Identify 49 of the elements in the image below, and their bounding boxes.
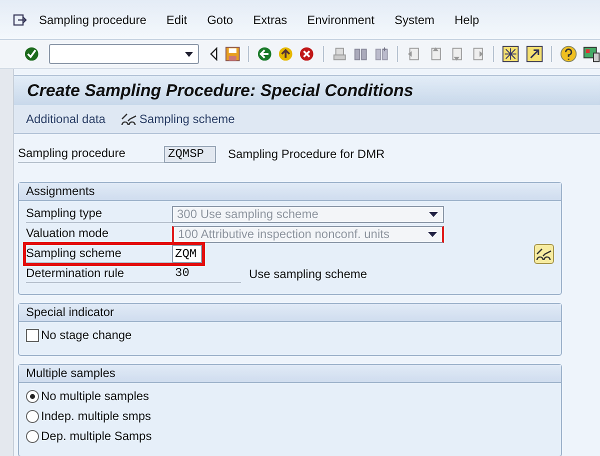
save-icon[interactable] xyxy=(224,46,240,62)
radio-button[interactable] xyxy=(26,390,39,402)
menu-icon[interactable] xyxy=(13,14,27,26)
checkbox[interactable] xyxy=(26,328,39,342)
display-button[interactable] xyxy=(534,244,554,264)
binoculars-plus-icon[interactable] xyxy=(374,46,390,62)
field-label: Sampling type xyxy=(26,205,172,223)
input-field[interactable]: ZQM xyxy=(172,245,202,263)
page-icon[interactable] xyxy=(406,46,422,62)
screen-title: Create Sampling Procedure: Special Conditions xyxy=(27,80,414,101)
field-description: Use sampling scheme xyxy=(249,267,368,281)
help-icon[interactable] xyxy=(560,45,577,63)
procedure-field: ZQMSP xyxy=(164,146,216,162)
cancel-icon[interactable] xyxy=(299,46,315,62)
layout-icon[interactable] xyxy=(502,45,520,63)
monitor-icon[interactable] xyxy=(582,45,600,63)
print-icon[interactable] xyxy=(332,46,347,62)
binoculars-icon[interactable] xyxy=(352,46,368,62)
back-icon[interactable] xyxy=(256,46,272,62)
glasses-icon xyxy=(121,113,138,126)
check-icon[interactable] xyxy=(24,46,40,62)
radio-option[interactable]: No multiple samples xyxy=(26,386,554,406)
radio-option[interactable]: Dep. multiple Samps xyxy=(26,426,554,446)
group-title: Assignments xyxy=(26,184,95,198)
group-title: Special indicator xyxy=(26,305,114,319)
group-title: Multiple samples xyxy=(26,366,116,380)
radio-option[interactable]: Indep. multiple smps xyxy=(26,406,554,426)
menu-item[interactable]: Help xyxy=(454,12,480,26)
field-label: Determination rule xyxy=(26,265,172,283)
exit-icon[interactable] xyxy=(278,46,294,62)
field-description: Sampling Procedure for DMR xyxy=(228,147,385,161)
glasses-icon xyxy=(536,248,552,260)
toolbar-button[interactable]: Additional data xyxy=(22,110,110,128)
menu-item[interactable]: Extras xyxy=(253,12,288,26)
menu-item[interactable]: Environment xyxy=(307,12,374,26)
radio-button[interactable] xyxy=(26,430,39,442)
menu-item[interactable]: Sampling procedure xyxy=(39,12,146,26)
toolbar-button[interactable]: Sampling scheme xyxy=(117,110,239,128)
back-triangle-icon[interactable] xyxy=(209,47,219,61)
radio-button[interactable] xyxy=(26,410,39,422)
output-field: 30 xyxy=(172,265,241,283)
menu-item[interactable]: System xyxy=(394,12,435,26)
shortcut-icon[interactable] xyxy=(526,45,543,63)
checkbox-option[interactable]: No stage change xyxy=(26,325,554,345)
menu-item[interactable]: Goto xyxy=(207,12,234,26)
field-label: Sampling procedure xyxy=(18,145,164,163)
menu-item[interactable]: Edit xyxy=(166,12,188,26)
command-field[interactable] xyxy=(49,44,200,64)
dropdown-arrow-icon[interactable] xyxy=(185,52,194,56)
